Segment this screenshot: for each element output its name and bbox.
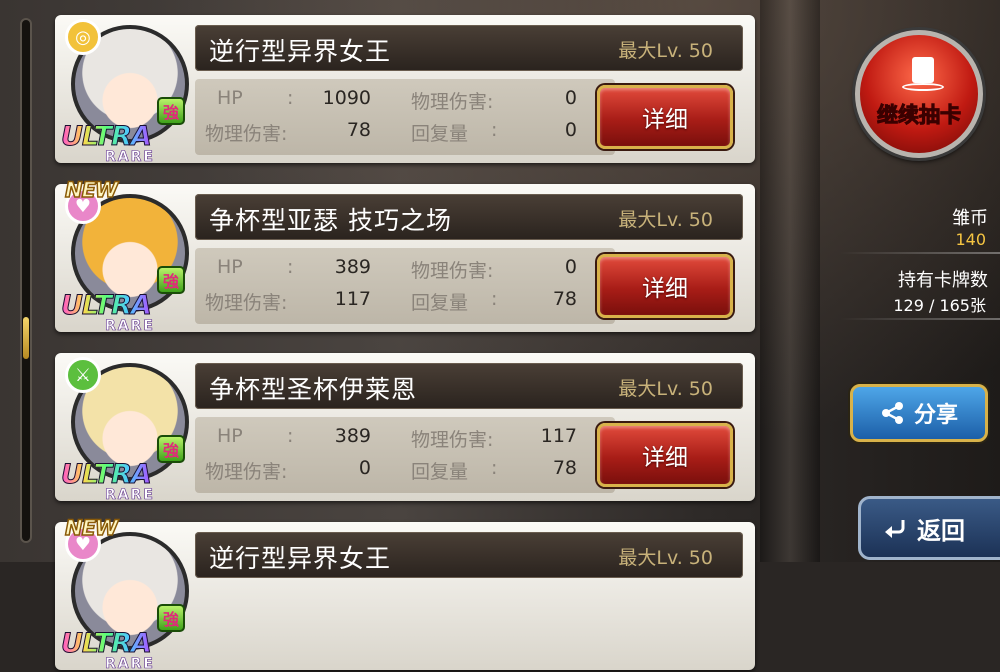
share-label: 分享 <box>913 403 958 428</box>
divider <box>840 252 1000 254</box>
card-stats-panel: HP : 389 物理伤害: 117 物理伤害: 0 回复量 : 78 <box>195 417 615 493</box>
ultra-rarity-text: ULTRA <box>61 290 153 322</box>
colon: : <box>491 119 498 141</box>
phys-damage-label: 物理伤害: <box>205 123 288 145</box>
card-stats-panel: HP : 1090 物理伤害: 0 物理伤害: 78 回复量 : 0 <box>195 79 615 155</box>
hp-label: HP <box>217 425 243 447</box>
card-name-bar: 逆行型异界女王 最大Lv. 50 <box>195 25 743 71</box>
background-pillar <box>760 0 820 562</box>
max-level: 最大Lv. 50 <box>618 378 713 400</box>
new-badge: NEW <box>64 177 119 203</box>
rare-rarity-text: RARE <box>105 487 155 504</box>
rare-rarity-text: RARE <box>105 149 155 166</box>
colon: : <box>287 425 294 447</box>
detail-button[interactable]: 详细 <box>597 85 733 149</box>
card-name: 争杯型圣杯伊莱恩 <box>209 375 418 404</box>
card-name-bar: 争杯型圣杯伊莱恩 最大Lv. 50 <box>195 363 743 409</box>
phys-damage-value: 0 <box>358 457 371 479</box>
phys-damage-value: 78 <box>346 119 371 141</box>
hp-value: 389 <box>334 256 371 278</box>
rare-rarity-text: RARE <box>105 656 155 672</box>
phys-damage-label: 物理伤害: <box>205 461 288 483</box>
character-portrait[interactable]: ♥ 強 ULTRA RARE NEW <box>61 177 191 334</box>
new-badge: NEW <box>64 515 119 541</box>
hp-value: 389 <box>334 425 371 447</box>
card-name: 逆行型异界女王 <box>209 544 392 573</box>
colon: : <box>287 256 294 278</box>
ultra-rarity-text: ULTRA <box>61 459 153 491</box>
card-name: 争杯型亚瑟 技巧之场 <box>209 206 452 235</box>
coin-value: 140 <box>955 230 986 249</box>
card-stats-panel: HP : 389 物理伤害: 0 物理伤害: 117 回复量 : 78 <box>195 248 615 324</box>
card-row[interactable]: ⚔ 強 ULTRA RARE 争杯型圣杯伊莱恩 最大Lv. 50 HP : 38… <box>55 353 755 503</box>
ultra-rarity-text: ULTRA <box>61 121 153 153</box>
hp-label: HP <box>217 256 243 278</box>
hp-value: 1090 <box>322 87 371 109</box>
phys-damage-label: 物理伤害: <box>205 292 288 314</box>
share-icon <box>881 402 903 424</box>
max-level: 最大Lv. 50 <box>618 209 713 231</box>
card-row[interactable]: ◎ 強 ULTRA RARE 逆行型异界女王 最大Lv. 50 HP : 109… <box>55 15 755 165</box>
max-level: 最大Lv. 50 <box>618 40 713 62</box>
card-name: 逆行型异界女王 <box>209 37 392 66</box>
held-cards-value: 129 / 165张 <box>893 296 986 315</box>
recover-value: 78 <box>552 288 577 310</box>
phys-damage-value: 0 <box>564 256 577 278</box>
character-portrait[interactable]: ♥ 強 ULTRA RARE NEW <box>61 515 191 672</box>
recover-label: 回复量 <box>411 461 469 483</box>
card-row[interactable]: ♥ 強 ULTRA RARE NEW 争杯型亚瑟 技巧之场 最大Lv. 50 H… <box>55 177 755 334</box>
card-row[interactable]: ♥ 強 ULTRA RARE NEW 逆行型异界女王 最大Lv. 50 <box>55 515 755 672</box>
recover-label: 回复量 <box>411 123 469 145</box>
scrollbar-thumb[interactable] <box>23 317 29 359</box>
rare-rarity-text: RARE <box>105 318 155 335</box>
attribute-icon: ⚔ <box>65 357 101 393</box>
colon: : <box>287 87 294 109</box>
held-cards-label: 持有卡牌数 <box>898 270 988 291</box>
back-label: 返回 <box>917 516 965 545</box>
colon: : <box>491 288 498 310</box>
card-name-bar: 争杯型亚瑟 技巧之场 最大Lv. 50 <box>195 194 743 240</box>
gacha-machine-icon <box>902 57 944 91</box>
phys-damage-label: 物理伤害: <box>411 91 494 113</box>
character-portrait[interactable]: ◎ 強 ULTRA RARE <box>61 19 191 165</box>
continue-gacha-button[interactable]: 继续抽卡 <box>855 30 983 158</box>
phys-damage-label: 物理伤害: <box>411 429 494 451</box>
continue-gacha-label: 继续抽卡 <box>877 103 962 128</box>
back-button[interactable]: 返回 <box>858 496 1000 560</box>
strong-badge: 強 <box>157 97 185 125</box>
phys-damage-value: 117 <box>540 425 577 447</box>
list-scrollbar[interactable] <box>20 18 32 543</box>
phys-damage-label: 物理伤害: <box>411 260 494 282</box>
strong-badge: 強 <box>157 604 185 632</box>
character-portrait[interactable]: ⚔ 強 ULTRA RARE <box>61 357 191 503</box>
share-button[interactable]: 分享 <box>850 384 988 442</box>
recover-label: 回复量 <box>411 292 469 314</box>
return-arrow-icon <box>885 520 905 538</box>
colon: : <box>491 457 498 479</box>
attribute-icon: ◎ <box>65 19 101 55</box>
strong-badge: 強 <box>157 435 185 463</box>
strong-badge: 強 <box>157 266 185 294</box>
detail-button[interactable]: 详细 <box>597 423 733 487</box>
max-level: 最大Lv. 50 <box>618 547 713 569</box>
divider <box>840 318 1000 320</box>
recover-value: 0 <box>564 119 577 141</box>
hp-label: HP <box>217 87 243 109</box>
ultra-rarity-text: ULTRA <box>61 628 153 660</box>
detail-button[interactable]: 详细 <box>597 254 733 318</box>
card-name-bar: 逆行型异界女王 最大Lv. 50 <box>195 532 743 578</box>
phys-damage-value: 117 <box>334 288 371 310</box>
coin-label: 雏币 <box>952 208 988 229</box>
phys-damage-value: 0 <box>564 87 577 109</box>
recover-value: 78 <box>552 457 577 479</box>
